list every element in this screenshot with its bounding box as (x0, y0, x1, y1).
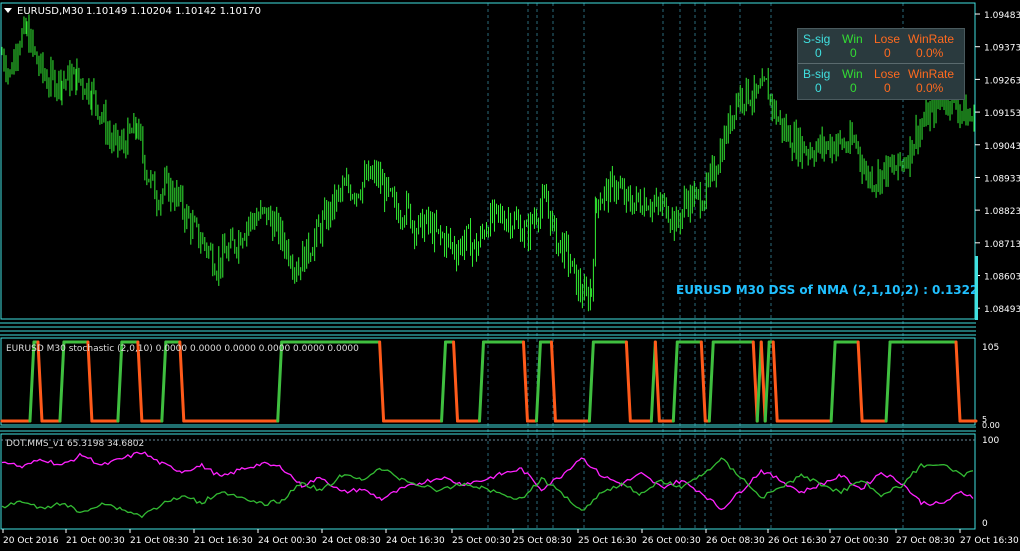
buy-win-count: 0 (850, 81, 857, 95)
scrollbar-indicator[interactable] (975, 256, 978, 320)
time-tick-label: 27 Oct 08:30 (896, 536, 955, 546)
winrate-label-2: WinRate (908, 67, 955, 81)
time-tick-label: 24 Oct 08:30 (322, 536, 381, 546)
symbol-label: EURUSD,M30 (17, 6, 83, 17)
signal-divider (798, 63, 964, 64)
winrate-label: WinRate (908, 32, 955, 46)
dot-tick-100: 100 (982, 436, 999, 446)
price-tick-label: 1.08493 (984, 305, 1020, 315)
price-tick-label: 1.09483 (984, 11, 1020, 21)
s-sig-count: 0 (815, 46, 822, 60)
sell-signal-values: 0 0 0 0.0% (798, 46, 964, 62)
time-tick-label: 20 Oct 2016 (3, 536, 59, 546)
time-tick-label: 25 Oct 00:30 (452, 536, 511, 546)
time-tick-label: 26 Oct 16:30 (768, 536, 827, 546)
buy-winrate: 0.0% (916, 81, 944, 95)
dss-indicator-label: EURUSD M30 DSS of NMA (2,1,10,2) : 0.132… (676, 283, 978, 297)
time-tick-label: 21 Oct 08:30 (130, 536, 189, 546)
dot-tick-0: 0 (982, 519, 988, 529)
price-tick-label: 1.09043 (984, 142, 1020, 152)
price-tick-label: 1.08603 (984, 273, 1020, 283)
s-sig-label: S-sig (803, 32, 831, 46)
time-tick-label: 26 Oct 00:30 (642, 536, 701, 546)
stochastic-tick-0: 0.00 (982, 421, 1000, 430)
lose-label: Lose (874, 32, 901, 46)
price-tick-label: 1.08823 (984, 207, 1020, 217)
win-label: Win (842, 32, 863, 46)
price-tick-label: 1.09153 (984, 109, 1020, 119)
buy-signal-values: 0 0 0 0.0% (798, 81, 964, 97)
ohlc-values: 1.10149 1.10204 1.10142 1.10170 (86, 6, 261, 17)
stochastic-label: EURUSD M30 stochastic (2,0,10) 0.0000 0.… (6, 344, 359, 354)
dot-label: DOT.MMS_v1 65.3198 34.6802 (6, 439, 144, 449)
time-tick-label: 21 Oct 00:30 (66, 536, 125, 546)
buy-lose-count: 0 (884, 81, 891, 95)
stochastic-tick-105: 105 (982, 343, 999, 353)
time-tick-label: 24 Oct 16:30 (386, 536, 445, 546)
time-tick-label: 24 Oct 00:30 (258, 536, 317, 546)
b-sig-label: B-sig (803, 67, 831, 81)
signal-stats-panel: S-sig Win Lose WinRate 0 0 0 0.0% B-sig … (797, 28, 965, 100)
sell-win-count: 0 (850, 46, 857, 60)
price-tick-label: 1.08933 (984, 174, 1020, 184)
time-tick-label: 25 Oct 08:30 (513, 536, 572, 546)
time-tick-label: 21 Oct 16:30 (194, 536, 253, 546)
time-tick-label: 25 Oct 16:30 (578, 536, 637, 546)
time-tick-label: 26 Oct 08:30 (706, 536, 765, 546)
time-tick-label: 27 Oct 16:30 (960, 536, 1019, 546)
sell-lose-count: 0 (884, 46, 891, 60)
price-tick-label: 1.08713 (984, 240, 1020, 250)
win-label-2: Win (842, 67, 863, 81)
lose-label-2: Lose (874, 67, 901, 81)
price-tick-label: 1.09263 (984, 76, 1020, 86)
sell-winrate: 0.0% (916, 46, 944, 60)
time-tick-label: 27 Oct 00:30 (830, 536, 889, 546)
price-tick-label: 1.09373 (984, 44, 1020, 54)
b-sig-count: 0 (815, 81, 822, 95)
